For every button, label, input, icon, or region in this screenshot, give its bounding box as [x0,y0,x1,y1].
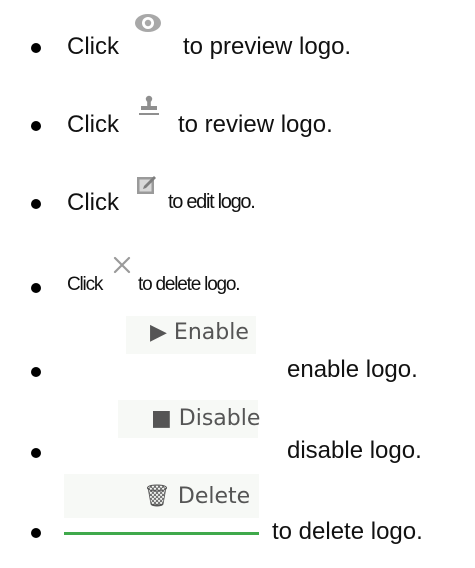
item-prefix: Click [67,111,119,138]
enable-button-label: ▶ Enable [150,320,249,345]
item-prefix: Click [67,274,103,295]
disable-button[interactable]: ■ Disable [118,400,261,438]
item-suffix: to delete logo. [272,518,423,545]
enable-button[interactable]: ▶ Enable [126,316,256,354]
bullet [31,199,41,209]
disable-button-label: ■ Disable [151,406,261,431]
bullet [31,43,41,53]
bullet [31,367,41,377]
item-suffix: to edit logo. [168,191,256,213]
bullet [31,121,41,131]
item-suffix: enable logo. [287,356,418,383]
item-prefix: Click [67,189,119,216]
bullet [31,283,41,293]
bullet [31,528,41,538]
item-suffix: to delete logo. [138,274,241,295]
delete-button-label: 🗑 Delete [143,484,251,509]
stamp-icon[interactable] [137,94,161,118]
item-suffix: to preview logo. [183,33,352,60]
edit-icon[interactable] [136,174,158,196]
item-suffix: disable logo. [287,437,422,464]
eye-icon[interactable] [134,12,162,34]
item-suffix: to review logo. [178,111,333,138]
close-icon[interactable] [112,255,132,275]
item-prefix: Click [67,33,119,60]
button-underline [64,532,259,535]
bullet [31,448,41,458]
delete-button[interactable]: 🗑 Delete [64,474,259,518]
